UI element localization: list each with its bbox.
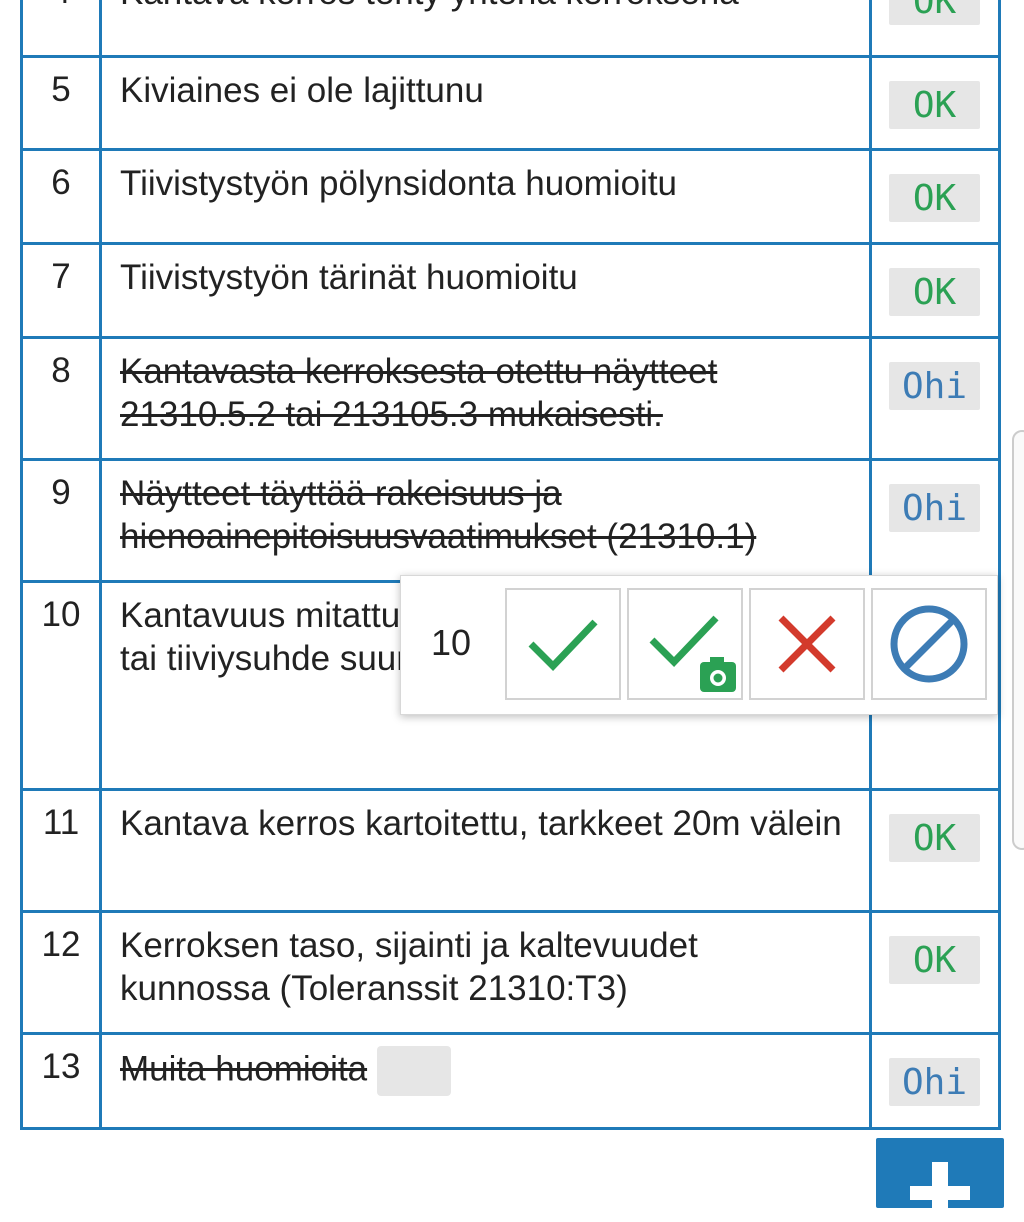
status-badge[interactable]: Ohi <box>889 484 980 532</box>
row-status-cell: OK <box>872 913 998 1032</box>
table-row: 5 Kiviaines ei ole lajittunu OK <box>23 55 998 148</box>
status-badge[interactable]: Ohi <box>889 1058 980 1106</box>
table-row: 8 Kantavasta kerroksesta otettu näytteet… <box>23 336 998 458</box>
checklist-table: 4 Kantava kerros tehty yhtenä kerroksena… <box>20 0 1001 1130</box>
status-badge[interactable]: OK <box>889 81 980 129</box>
row-text: Tiivistystyön tärinät huomioitu <box>102 245 872 336</box>
row-status-cell: OK <box>872 791 998 910</box>
row-status-cell: Ohi <box>872 339 998 458</box>
row-text: Muita huomioita <box>102 1035 872 1127</box>
table-row: 4 Kantava kerros tehty yhtenä kerroksena… <box>23 0 998 55</box>
row-text: Kantava kerros kartoitettu, tarkkeet 20m… <box>102 791 872 910</box>
popup-row-number: 10 <box>431 622 472 663</box>
row-number: 10 <box>23 583 102 788</box>
approve-button[interactable] <box>505 588 621 700</box>
status-popup: 10 <box>400 575 998 715</box>
table-row: 12 Kerroksen taso, sijainti ja kaltevuud… <box>23 910 998 1032</box>
row-status-cell: OK <box>872 245 998 336</box>
row-number: 6 <box>23 151 102 242</box>
row-number: 5 <box>23 58 102 148</box>
row-status-cell: OK <box>872 151 998 242</box>
check-icon <box>528 619 598 672</box>
note-input[interactable] <box>377 1046 452 1096</box>
row-number: 12 <box>23 913 102 1032</box>
row-status-cell: Ohi <box>872 461 998 580</box>
row-status-cell: Ohi <box>872 1035 998 1127</box>
row-text: Kiviaines ei ole lajittunu <box>102 58 872 148</box>
approve-with-photo-button[interactable] <box>627 588 743 700</box>
table-row: 13 Muita huomioita Ohi <box>23 1032 998 1127</box>
cross-icon <box>778 615 836 673</box>
row-number: 7 <box>23 245 102 336</box>
plus-icon-bar <box>910 1186 970 1200</box>
row-number: 8 <box>23 339 102 458</box>
row-text: Kantavasta kerroksesta otettu näytteet 2… <box>102 339 872 458</box>
row-number: 4 <box>23 0 102 55</box>
table-row: 11 Kantava kerros kartoitettu, tarkkeet … <box>23 788 998 910</box>
table-row: 6 Tiivistystyön pölynsidonta huomioitu O… <box>23 148 998 242</box>
status-badge[interactable]: OK <box>889 814 980 862</box>
status-badge[interactable]: OK <box>889 174 980 222</box>
reject-button[interactable] <box>749 588 865 700</box>
add-button[interactable] <box>876 1138 1004 1222</box>
status-badge[interactable]: OK <box>889 936 980 984</box>
row-text: Kerroksen taso, sijainti ja kaltevuudet … <box>102 913 872 1032</box>
table-row: 7 Tiivistystyön tärinät huomioitu OK <box>23 242 998 336</box>
row-number: 11 <box>23 791 102 910</box>
skip-button[interactable] <box>871 588 987 700</box>
row-status-cell: OK <box>872 58 998 148</box>
row-text: Tiivistystyön pölynsidonta huomioitu <box>102 151 872 242</box>
row-text: Kantava kerros tehty yhtenä kerroksena <box>102 0 872 55</box>
table-row: 9 Näytteet täyttää rakeisuus ja hienoain… <box>23 458 998 580</box>
status-badge[interactable]: OK <box>889 268 980 316</box>
row-number: 9 <box>23 461 102 580</box>
prohibited-icon <box>890 605 968 683</box>
status-badge[interactable]: Ohi <box>889 362 980 410</box>
row-status-cell: OK <box>872 0 998 55</box>
status-badge[interactable]: OK <box>889 0 980 25</box>
row-number: 13 <box>23 1035 102 1127</box>
check-camera-icon <box>649 615 736 692</box>
row-text: Näytteet täyttää rakeisuus ja hienoainep… <box>102 461 872 580</box>
scrollbar-handle[interactable] <box>1012 430 1024 850</box>
